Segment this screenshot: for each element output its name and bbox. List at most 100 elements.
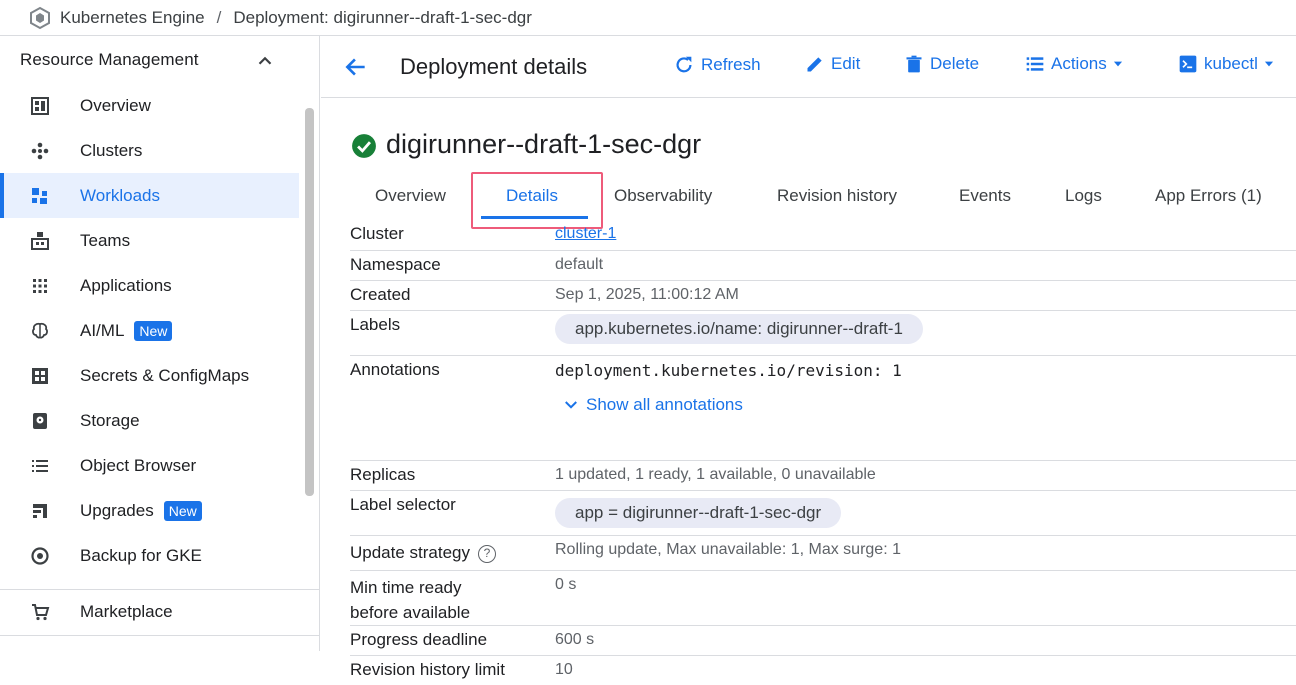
refresh-button[interactable]: Refresh — [673, 54, 761, 76]
detail-row-annotations: Annotations deployment.kubernetes.io/rev… — [350, 355, 1296, 425]
detail-row-created: Created Sep 1, 2025, 11:00:12 AM — [350, 280, 1296, 310]
caret-down-icon — [1264, 61, 1273, 67]
check-circle-icon — [352, 134, 376, 158]
detail-label: Label selector — [350, 495, 456, 514]
sidebar-divider — [0, 635, 319, 636]
sidebar-item-secrets-configmaps[interactable]: Secrets & ConfigMaps — [0, 353, 299, 398]
cluster-link[interactable]: cluster-1 — [555, 225, 616, 243]
trash-icon — [906, 55, 922, 73]
detail-value: Rolling update, Max unavailable: 1, Max … — [555, 541, 901, 558]
detail-label-wrap: Update strategy? — [350, 543, 497, 563]
resource-name: digirunner--draft-1-sec-dgr — [386, 129, 702, 159]
sidebar-item-label: Applications — [80, 275, 172, 295]
delete-button[interactable]: Delete — [904, 54, 979, 74]
detail-label-wrap: Min time ready before available — [350, 575, 470, 625]
detail-value: 0 s — [555, 576, 577, 593]
edit-button[interactable]: Edit — [805, 54, 860, 74]
sidebar-item-upgrades[interactable]: Upgrades New — [0, 488, 299, 533]
detail-label: Progress deadline — [350, 630, 488, 649]
pencil-icon — [807, 57, 822, 72]
sidebar-item-backup-for-gke[interactable]: Backup for GKE — [0, 533, 299, 578]
chevron-up-icon[interactable] — [254, 50, 276, 72]
tab-app-errors[interactable]: App Errors (1) — [1155, 186, 1262, 206]
teams-icon — [31, 231, 49, 250]
workloads-icon — [32, 187, 47, 204]
breadcrumb-page: Deployment: digirunner--draft-1-sec-dgr — [233, 7, 532, 27]
sidebar-item-marketplace[interactable]: Marketplace — [0, 589, 299, 634]
page-title: Deployment details — [400, 54, 588, 79]
detail-row-replicas: Replicas 1 updated, 1 ready, 1 available… — [350, 460, 1296, 490]
detail-label: Min time ready — [350, 578, 462, 597]
sidebar-item-label-wrap: Upgrades New — [80, 500, 202, 521]
detail-label: Cluster — [350, 224, 404, 243]
sidebar-item-label: Upgrades — [80, 500, 154, 520]
sidebar-item-storage[interactable]: Storage — [0, 398, 299, 443]
sidebar-item-object-browser[interactable]: Object Browser — [0, 443, 299, 488]
sidebar-scrollbar[interactable] — [305, 108, 314, 496]
sidebar-item-label: Overview — [80, 95, 151, 115]
tab-overview[interactable]: Overview — [375, 186, 446, 206]
sidebar-item-label-wrap: AI/ML New — [80, 320, 173, 341]
sidebar-item-label: AI/ML — [80, 320, 125, 340]
sidebar-item-teams[interactable]: Teams — [0, 218, 299, 263]
sidebar-item-label: Workloads — [80, 185, 160, 205]
tab-events[interactable]: Events — [959, 186, 1011, 206]
kubernetes-engine-logo-icon[interactable] — [28, 6, 52, 30]
detail-row-min-time-ready: Min time ready before available 0 s — [350, 570, 1296, 625]
terminal-icon — [1179, 55, 1197, 73]
edit-label: Edit — [831, 54, 861, 73]
sidebar-item-overview[interactable]: Overview — [0, 83, 299, 128]
actions-menu-button[interactable]: Actions — [1025, 54, 1131, 74]
sidebar-item-label: Object Browser — [80, 455, 197, 475]
breadcrumb-product[interactable]: Kubernetes Engine — [60, 8, 205, 28]
detail-value: Sep 1, 2025, 11:00:12 AM — [555, 286, 739, 303]
show-all-annotations-label: Show all annotations — [586, 395, 743, 414]
detail-label: Namespace — [350, 255, 441, 274]
label-chip: app.kubernetes.io/name: digirunner--draf… — [555, 314, 923, 344]
detail-value: 1 updated, 1 ready, 1 available, 0 unava… — [555, 466, 876, 483]
back-arrow-icon[interactable] — [343, 54, 369, 80]
annotation-value: deployment.kubernetes.io/revision: 1 — [555, 361, 902, 380]
storage-icon — [33, 412, 47, 429]
sidebar-item-ai-ml[interactable]: AI/ML New — [0, 308, 299, 353]
help-icon[interactable]: ? — [478, 545, 497, 563]
detail-label: Replicas — [350, 465, 416, 484]
tab-logs[interactable]: Logs — [1065, 186, 1102, 206]
show-all-annotations-button[interactable]: Show all annotations — [562, 395, 743, 415]
breadcrumb-separator: / — [216, 7, 222, 27]
upgrades-icon — [33, 503, 47, 518]
actions-label: Actions — [1051, 54, 1107, 73]
sidebar-item-clusters[interactable]: Clusters — [0, 128, 299, 173]
sidebar-item-label: Secrets & ConfigMaps — [80, 365, 250, 385]
detail-label: Revision history limit — [350, 660, 505, 679]
clusters-icon — [31, 142, 49, 159]
detail-row-label-selector: Label selector app = digirunner--draft-1… — [350, 490, 1296, 535]
list-icon — [1026, 57, 1044, 71]
breadcrumb: Kubernetes Engine / Deployment: digirunn… — [0, 0, 1296, 36]
dashboard-icon — [31, 96, 49, 115]
detail-row-namespace: Namespace default — [350, 250, 1296, 280]
sidebar-section-title: Resource Management — [20, 50, 199, 69]
sidebar-item-label: Teams — [80, 230, 131, 250]
tab-observability[interactable]: Observability — [614, 186, 712, 206]
new-badge: New — [163, 500, 202, 521]
grid-icon — [32, 367, 48, 384]
detail-value: 10 — [555, 661, 573, 678]
list-icon — [32, 459, 48, 472]
detail-label: Update strategy — [350, 543, 471, 562]
tab-revision-history[interactable]: Revision history — [777, 186, 897, 206]
kubectl-menu-button[interactable]: kubectl — [1178, 54, 1282, 74]
detail-label: before available — [350, 603, 471, 622]
sidebar-item-label: Clusters — [80, 140, 143, 160]
kubectl-label: kubectl — [1204, 54, 1258, 73]
toolbar: Deployment details Refresh Edit Delete A… — [321, 36, 1296, 98]
sidebar-item-workloads[interactable]: Workloads — [0, 173, 299, 218]
main-content: Deployment details Refresh Edit Delete A… — [321, 36, 1296, 679]
apps-grid-icon — [33, 278, 47, 293]
refresh-icon — [676, 56, 692, 73]
sidebar: Resource Management Overview Clusters Wo… — [0, 36, 320, 651]
detail-row-update-strategy: Update strategy? Rolling update, Max una… — [350, 535, 1296, 565]
sidebar-item-applications[interactable]: Applications — [0, 263, 299, 308]
detail-label: Annotations — [350, 360, 440, 379]
brain-icon — [32, 322, 48, 338]
